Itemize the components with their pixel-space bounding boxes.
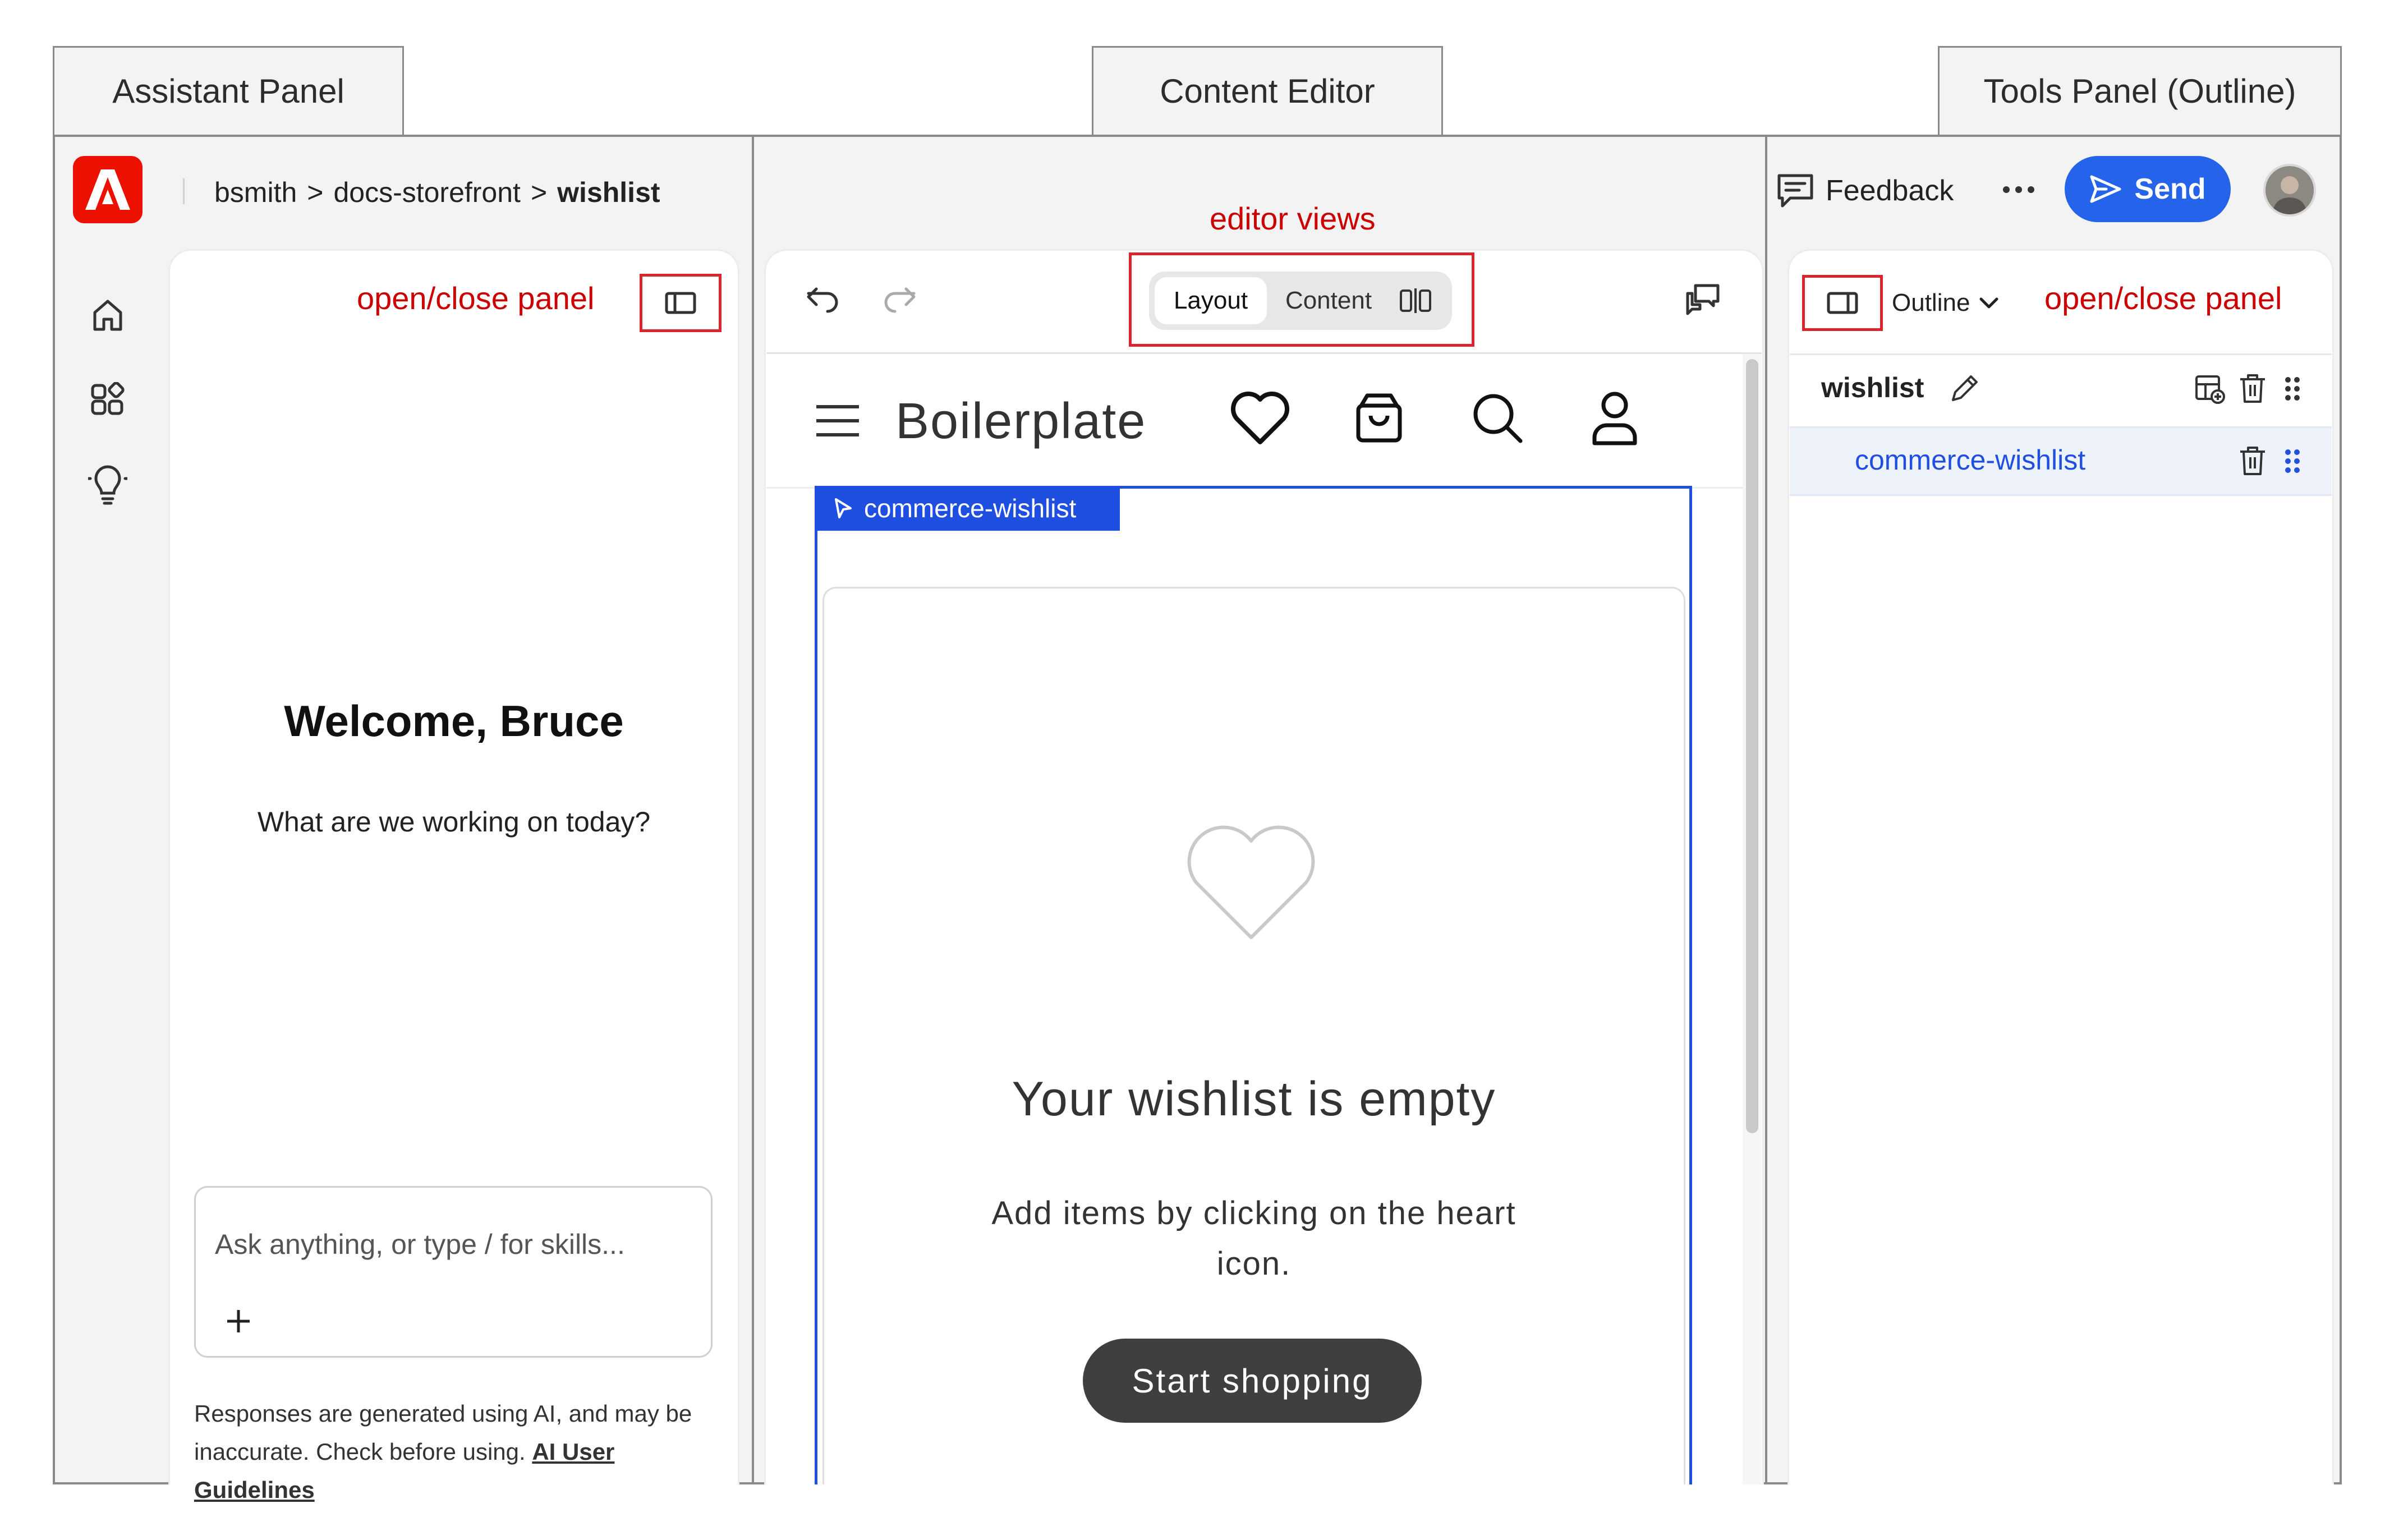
annotation-open-close-left: open/close panel (357, 281, 595, 316)
delete-trash-icon[interactable] (2233, 369, 2272, 408)
start-shopping-button[interactable]: Start shopping (1083, 1339, 1422, 1423)
annotation-open-close-right: open/close panel (2044, 281, 2282, 316)
empty-state-title: Your wishlist is empty (1012, 1072, 1496, 1126)
avatar[interactable] (2263, 164, 2316, 217)
logo-separator (183, 178, 185, 204)
breadcrumb-item-user[interactable]: bsmith (214, 176, 297, 209)
outline-item-wishlist[interactable]: wishlist (1821, 371, 1924, 404)
empty-state-text: Add items by clicking on the heart icon. (991, 1195, 1517, 1282)
delete-trash-icon[interactable] (2233, 442, 2272, 481)
outline-dropdown[interactable]: Outline (1892, 285, 1999, 321)
chat-input-box[interactable]: Ask anything, or type / for skills... (194, 1186, 713, 1358)
disclaimer-text: Responses are generated using AI, and ma… (194, 1400, 692, 1465)
breadcrumb-item-site[interactable]: docs-storefront (333, 176, 520, 209)
outline-dropdown-label: Outline (1892, 289, 1970, 316)
ai-disclaimer: Responses are generated using AI, and ma… (194, 1395, 722, 1509)
user-avatar-icon (2272, 176, 2307, 214)
adobe-a-icon (85, 169, 130, 210)
add-block-icon[interactable] (2190, 369, 2230, 408)
outline-row[interactable]: wishlist (1790, 357, 2332, 426)
tab-content[interactable]: Content (1267, 277, 1390, 324)
preview-scrollbar[interactable] (1746, 359, 1758, 1133)
empty-heart-icon (1184, 821, 1318, 945)
welcome-heading: Welcome, Bruce (284, 696, 624, 746)
block-label: commerce-wishlist (864, 494, 1077, 523)
divider-right (1765, 135, 1767, 1484)
comments-icon[interactable] (1678, 277, 1728, 322)
label-content-editor: Content Editor (1092, 46, 1443, 135)
account-user-icon[interactable] (1583, 387, 1646, 450)
breadcrumb: bsmith > docs-storefront > wishlist (214, 174, 660, 211)
apps-icon[interactable] (84, 377, 131, 424)
adobe-logo-icon[interactable] (73, 156, 143, 223)
divider-left (752, 135, 754, 1484)
site-title[interactable]: Boilerplate (895, 393, 1146, 450)
label-tools-panel: Tools Panel (Outline) (1938, 46, 2342, 135)
feedback-icon[interactable] (1773, 168, 1818, 213)
annotation-editor-views: editor views (1210, 201, 1376, 236)
undo-icon[interactable] (799, 277, 847, 322)
send-button[interactable]: Send (2065, 156, 2231, 222)
cursor-pointer-icon (835, 498, 852, 518)
editor-view-switcher: Layout Content (1149, 272, 1452, 330)
panel-toggle-icon[interactable] (658, 285, 704, 321)
drag-handle-icon[interactable] (2276, 442, 2309, 481)
drag-handle-icon[interactable] (2276, 369, 2309, 408)
redo-icon[interactable] (875, 277, 923, 322)
breadcrumb-separator: > (530, 177, 548, 208)
search-icon[interactable] (1467, 387, 1529, 450)
hamburger-menu-icon[interactable] (814, 398, 862, 443)
edit-pencil-icon[interactable] (1945, 369, 1984, 408)
outline-separator (1790, 353, 2332, 355)
feedback-button[interactable]: Feedback (1826, 174, 1954, 208)
split-view-icon[interactable] (1390, 277, 1441, 324)
wishlist-heart-icon[interactable] (1229, 387, 1292, 450)
outline-row-selected[interactable]: commerce-wishlist (1790, 426, 2332, 496)
breadcrumb-item-page: wishlist (557, 177, 660, 208)
more-options-icon[interactable] (1998, 173, 2039, 206)
breadcrumb-separator: > (307, 177, 324, 208)
lightbulb-icon[interactable] (84, 461, 131, 508)
send-icon (2090, 175, 2121, 203)
send-label: Send (2134, 173, 2206, 205)
add-icon[interactable] (222, 1304, 255, 1338)
tab-layout[interactable]: Layout (1155, 277, 1267, 324)
chat-input[interactable]: Ask anything, or type / for skills... (215, 1228, 625, 1261)
label-assistant-panel: Assistant Panel (53, 46, 404, 135)
panel-toggle-right-icon[interactable] (1820, 285, 1865, 321)
outline-item-commerce-wishlist[interactable]: commerce-wishlist (1855, 444, 2085, 476)
chevron-down-icon (1979, 297, 1998, 309)
home-icon[interactable] (84, 292, 131, 339)
cart-bag-icon[interactable] (1350, 387, 1408, 450)
block-label-tag[interactable]: commerce-wishlist (815, 486, 1120, 531)
welcome-subtitle: What are we working on today? (257, 806, 651, 838)
